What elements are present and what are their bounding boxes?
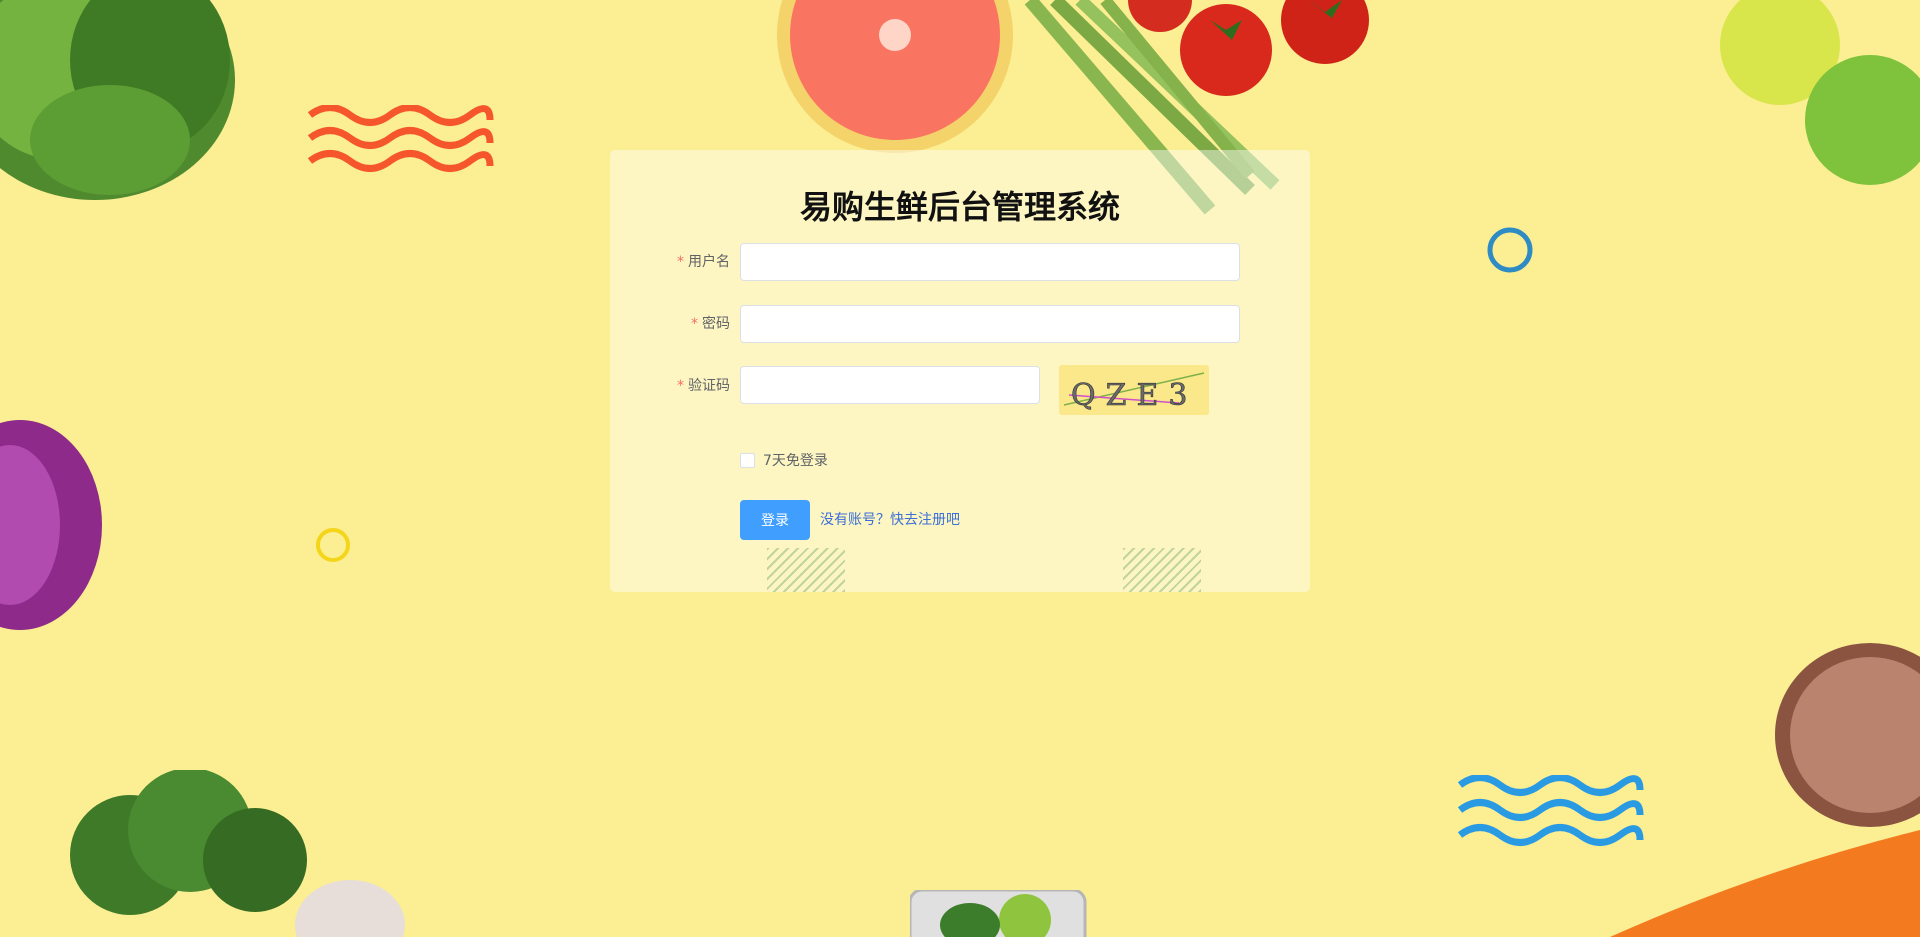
lime-decoration [1720,0,1920,185]
captcha-label: * 验证码 [610,366,730,406]
register-link[interactable]: 没有账号？快去注册吧 [820,500,960,540]
remember-label: 7天免登录 [763,453,828,469]
password-label-text: 密码 [702,316,730,332]
carrot-decoration [1610,830,1920,937]
username-label: * 用户名 [610,242,730,282]
required-mark: * [677,378,684,394]
username-label-text: 用户名 [688,254,730,270]
remember-me[interactable]: 7天免登录 [740,450,828,470]
page-title: 易购生鲜后台管理系统 [799,188,1120,226]
password-row: * 密码 [610,304,1310,344]
basket-decoration [910,890,1087,937]
username-row: * 用户名 [610,242,1310,282]
onion-decoration [0,420,102,630]
grapefruit-decoration [777,0,1013,153]
password-label: * 密码 [610,304,730,344]
mushroom-decoration [1775,643,1920,827]
captcha-text: QZE3 [1071,378,1197,413]
hatch-decoration-left [767,548,845,592]
blue-circle-decoration [1487,227,1533,273]
remember-checkbox[interactable] [740,452,755,468]
password-input[interactable] [740,305,1240,343]
required-mark: * [677,254,684,270]
hatch-decoration-right [1123,548,1201,592]
required-mark: * [691,316,698,332]
yellow-circle-decoration [316,528,350,562]
red-wave-decoration [307,105,494,172]
lettuce-decoration [0,0,235,200]
username-input[interactable] [740,243,1240,281]
tomato-decoration [1128,0,1369,96]
captcha-input[interactable] [740,366,1040,404]
captcha-label-text: 验证码 [688,378,730,394]
login-panel: 易购生鲜后台管理系统 * 用户名 * 密码 * 验证码 QZE3 7天免登录 登录 没… [610,150,1310,592]
captcha-image[interactable]: QZE3 [1059,365,1209,415]
login-button[interactable]: 登录 [740,500,810,540]
broccoli-decoration [70,770,405,937]
